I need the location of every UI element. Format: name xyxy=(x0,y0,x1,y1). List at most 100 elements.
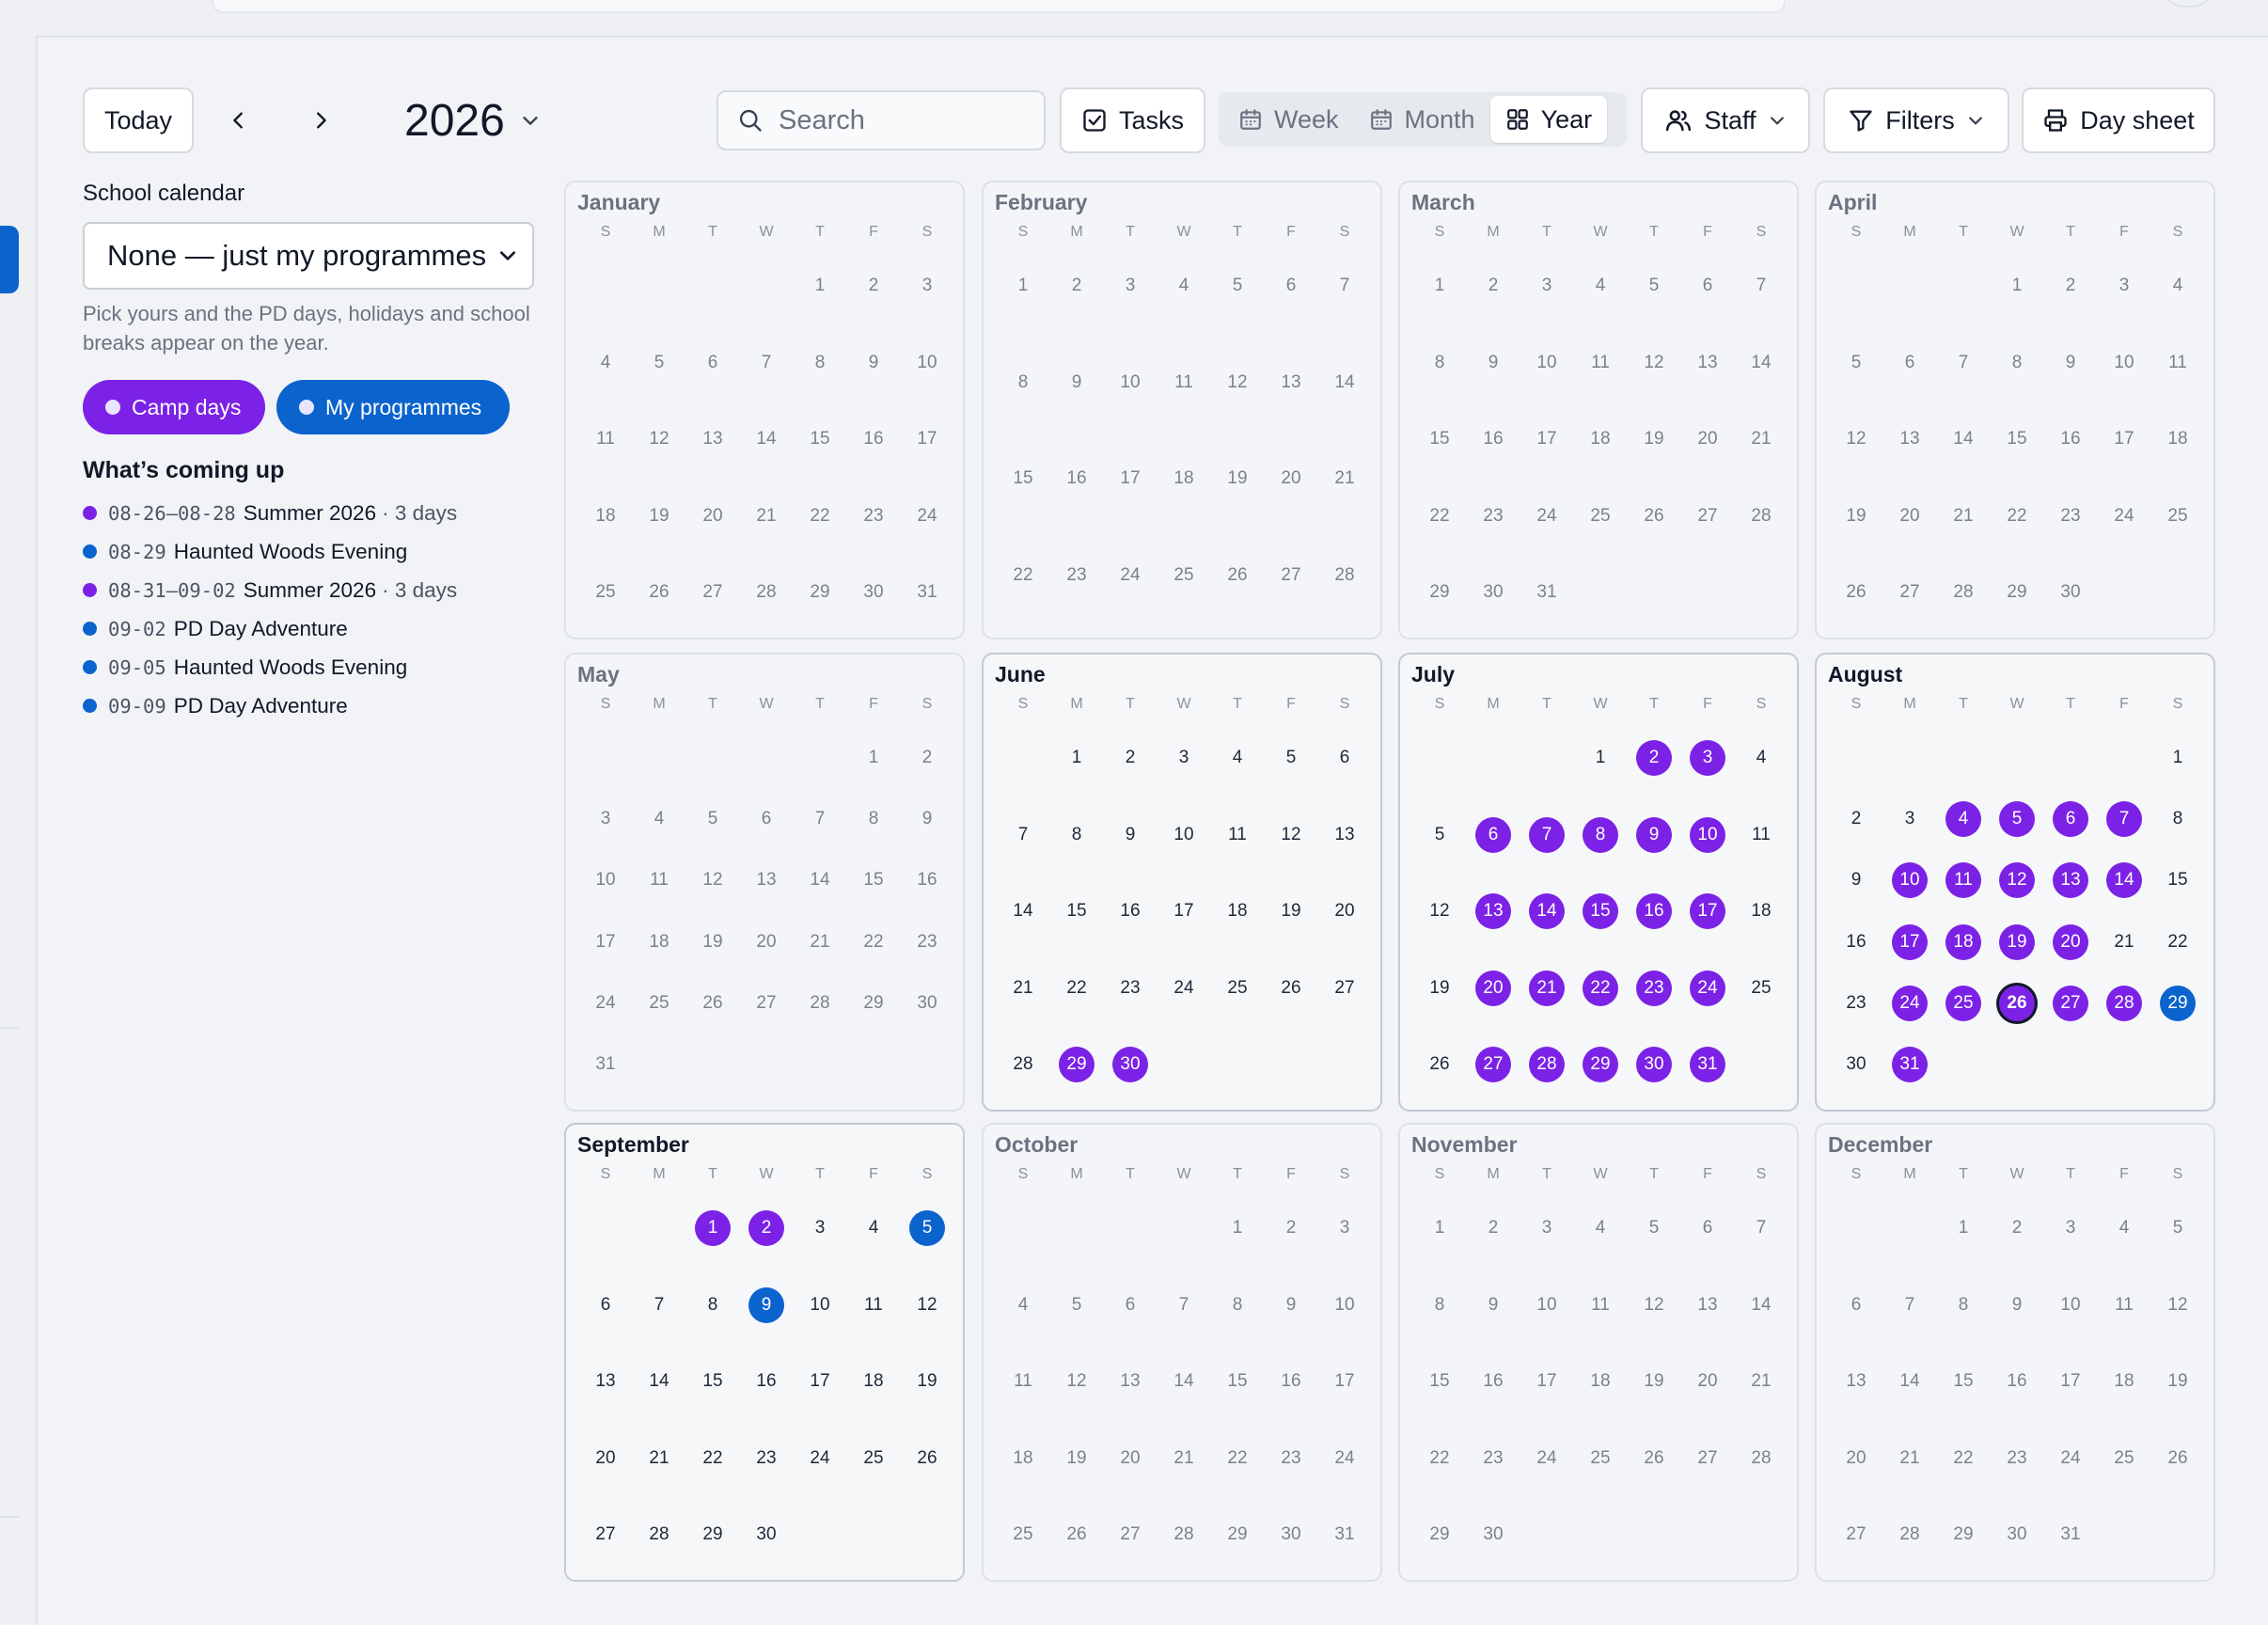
day-cell[interactable]: 6 xyxy=(1690,268,1725,304)
day-cell[interactable]: 23 xyxy=(1636,970,1672,1006)
day-cell[interactable]: 11 xyxy=(1743,817,1779,853)
day-cell[interactable]: 9 xyxy=(1273,1287,1309,1323)
day-cell[interactable]: 2 xyxy=(1475,1210,1511,1246)
day-cell[interactable]: 15 xyxy=(1422,421,1457,457)
day-cell[interactable]: 19 xyxy=(695,924,731,960)
day-cell[interactable]: 27 xyxy=(1690,1441,1725,1476)
day-cell[interactable]: 31 xyxy=(2053,1517,2088,1553)
day-cell[interactable]: 7 xyxy=(1945,345,1981,381)
day-cell[interactable]: 15 xyxy=(802,421,838,457)
day-cell[interactable]: 12 xyxy=(1999,862,2035,899)
day-cell[interactable]: 29 xyxy=(1220,1517,1255,1553)
day-cell[interactable]: 28 xyxy=(1945,575,1981,610)
day-cell[interactable]: 8 xyxy=(802,345,838,381)
day-cell[interactable]: 15 xyxy=(1945,1364,1981,1399)
day-cell[interactable]: 23 xyxy=(1059,558,1095,593)
day-cell[interactable]: 26 xyxy=(1636,498,1672,534)
day-cell[interactable]: 26 xyxy=(1273,970,1309,1006)
day-cell[interactable]: 25 xyxy=(588,575,623,610)
day-cell[interactable]: 30 xyxy=(1475,575,1511,610)
day-cell[interactable]: 30 xyxy=(856,575,891,610)
day-cell[interactable]: 7 xyxy=(1166,1287,1202,1323)
day-cell[interactable]: 7 xyxy=(1743,268,1779,304)
day-cell[interactable]: 7 xyxy=(1005,817,1041,853)
day-cell[interactable]: 5 xyxy=(1838,345,1874,381)
day-cell[interactable]: 9 xyxy=(909,801,945,837)
day-cell[interactable]: 12 xyxy=(1838,421,1874,457)
day-cell[interactable]: 4 xyxy=(1583,268,1618,304)
day-cell[interactable]: 29 xyxy=(1945,1517,1981,1553)
day-cell[interactable]: 23 xyxy=(1838,986,1874,1021)
day-cell[interactable]: 20 xyxy=(1327,893,1362,929)
day-cell[interactable]: 25 xyxy=(1743,970,1779,1006)
day-cell[interactable]: 3 xyxy=(588,801,623,837)
day-cell[interactable]: 13 xyxy=(1327,817,1362,853)
day-cell[interactable]: 15 xyxy=(1999,421,2035,457)
month-name[interactable]: November xyxy=(1411,1132,1517,1158)
day-cell[interactable]: 12 xyxy=(641,421,677,457)
day-cell[interactable]: 17 xyxy=(1892,923,1928,960)
day-cell[interactable]: 4 xyxy=(1166,268,1202,304)
day-cell[interactable]: 4 xyxy=(1743,740,1779,776)
day-cell[interactable]: 9 xyxy=(1112,817,1148,853)
day-cell[interactable]: 17 xyxy=(588,924,623,960)
day-cell[interactable]: 5 xyxy=(1220,268,1255,304)
day-cell[interactable]: 28 xyxy=(1743,1441,1779,1476)
day-cell[interactable]: 17 xyxy=(1166,893,1202,929)
day-cell[interactable]: 12 xyxy=(1059,1364,1095,1399)
day-cell[interactable]: 23 xyxy=(909,924,945,960)
day-cell[interactable]: 4 xyxy=(2160,268,2196,304)
search-input[interactable] xyxy=(777,103,1034,137)
day-cell[interactable]: 28 xyxy=(1166,1517,1202,1553)
day-cell[interactable]: 19 xyxy=(1422,970,1457,1006)
day-cell[interactable]: 17 xyxy=(1112,461,1148,497)
day-cell[interactable]: 17 xyxy=(2106,421,2142,457)
day-cell[interactable]: 21 xyxy=(802,924,838,960)
day-cell[interactable]: 25 xyxy=(1166,558,1202,593)
day-cell[interactable]: 14 xyxy=(1743,345,1779,381)
day-cell[interactable]: 28 xyxy=(748,575,784,610)
day-cell[interactable]: 27 xyxy=(695,575,731,610)
day-cell[interactable]: 26 xyxy=(695,986,731,1021)
day-cell[interactable]: 4 xyxy=(1220,740,1255,776)
day-cell[interactable]: 14 xyxy=(2106,862,2142,899)
day-cell[interactable]: 26 xyxy=(909,1441,945,1476)
day-cell[interactable]: 11 xyxy=(2106,1287,2142,1323)
school-calendar-select[interactable]: None — just my programmes xyxy=(83,222,534,290)
day-cell[interactable]: 29 xyxy=(1059,1047,1095,1082)
year-select[interactable]: 2026 xyxy=(404,87,541,153)
day-cell[interactable]: 2 xyxy=(1059,268,1095,304)
day-cell[interactable]: 2 xyxy=(1273,1210,1309,1246)
day-cell[interactable]: 2 xyxy=(1475,268,1511,304)
day-cell[interactable]: 24 xyxy=(1112,558,1148,593)
day-cell[interactable]: 27 xyxy=(1475,1047,1511,1082)
day-cell[interactable]: 20 xyxy=(695,498,731,534)
day-cell[interactable]: 16 xyxy=(909,862,945,898)
day-cell[interactable]: 8 xyxy=(2160,801,2196,837)
day-cell[interactable]: 4 xyxy=(1005,1287,1041,1323)
day-cell[interactable]: 18 xyxy=(2160,421,2196,457)
day-cell[interactable]: 1 xyxy=(1005,268,1041,304)
day-cell[interactable]: 6 xyxy=(588,1287,623,1323)
day-cell[interactable]: 9 xyxy=(1475,345,1511,381)
day-cell[interactable]: 2 xyxy=(909,740,945,776)
coming-up-item[interactable]: 09-05 Haunted Woods Evening xyxy=(83,648,534,686)
day-cell[interactable]: 16 xyxy=(1059,461,1095,497)
day-cell[interactable]: 3 xyxy=(1529,268,1565,304)
month-name[interactable]: January xyxy=(577,190,660,215)
day-cell[interactable]: 18 xyxy=(856,1364,891,1399)
day-cell[interactable]: 7 xyxy=(641,1287,677,1323)
day-cell[interactable]: 23 xyxy=(1273,1441,1309,1476)
legend-camp-days[interactable]: Camp days xyxy=(83,380,265,434)
day-cell[interactable]: 21 xyxy=(1529,970,1565,1006)
tab-month[interactable]: Month xyxy=(1354,96,1490,143)
day-cell[interactable]: 24 xyxy=(1892,985,1928,1021)
day-cell[interactable]: 3 xyxy=(1112,268,1148,304)
day-cell[interactable]: 24 xyxy=(2053,1441,2088,1476)
day-cell[interactable]: 12 xyxy=(1220,365,1255,401)
day-cell[interactable]: 21 xyxy=(1743,421,1779,457)
day-cell[interactable]: 23 xyxy=(1112,970,1148,1006)
day-cell[interactable]: 16 xyxy=(856,421,891,457)
day-cell[interactable]: 9 xyxy=(1999,1287,2035,1323)
day-cell[interactable]: 11 xyxy=(1166,365,1202,401)
